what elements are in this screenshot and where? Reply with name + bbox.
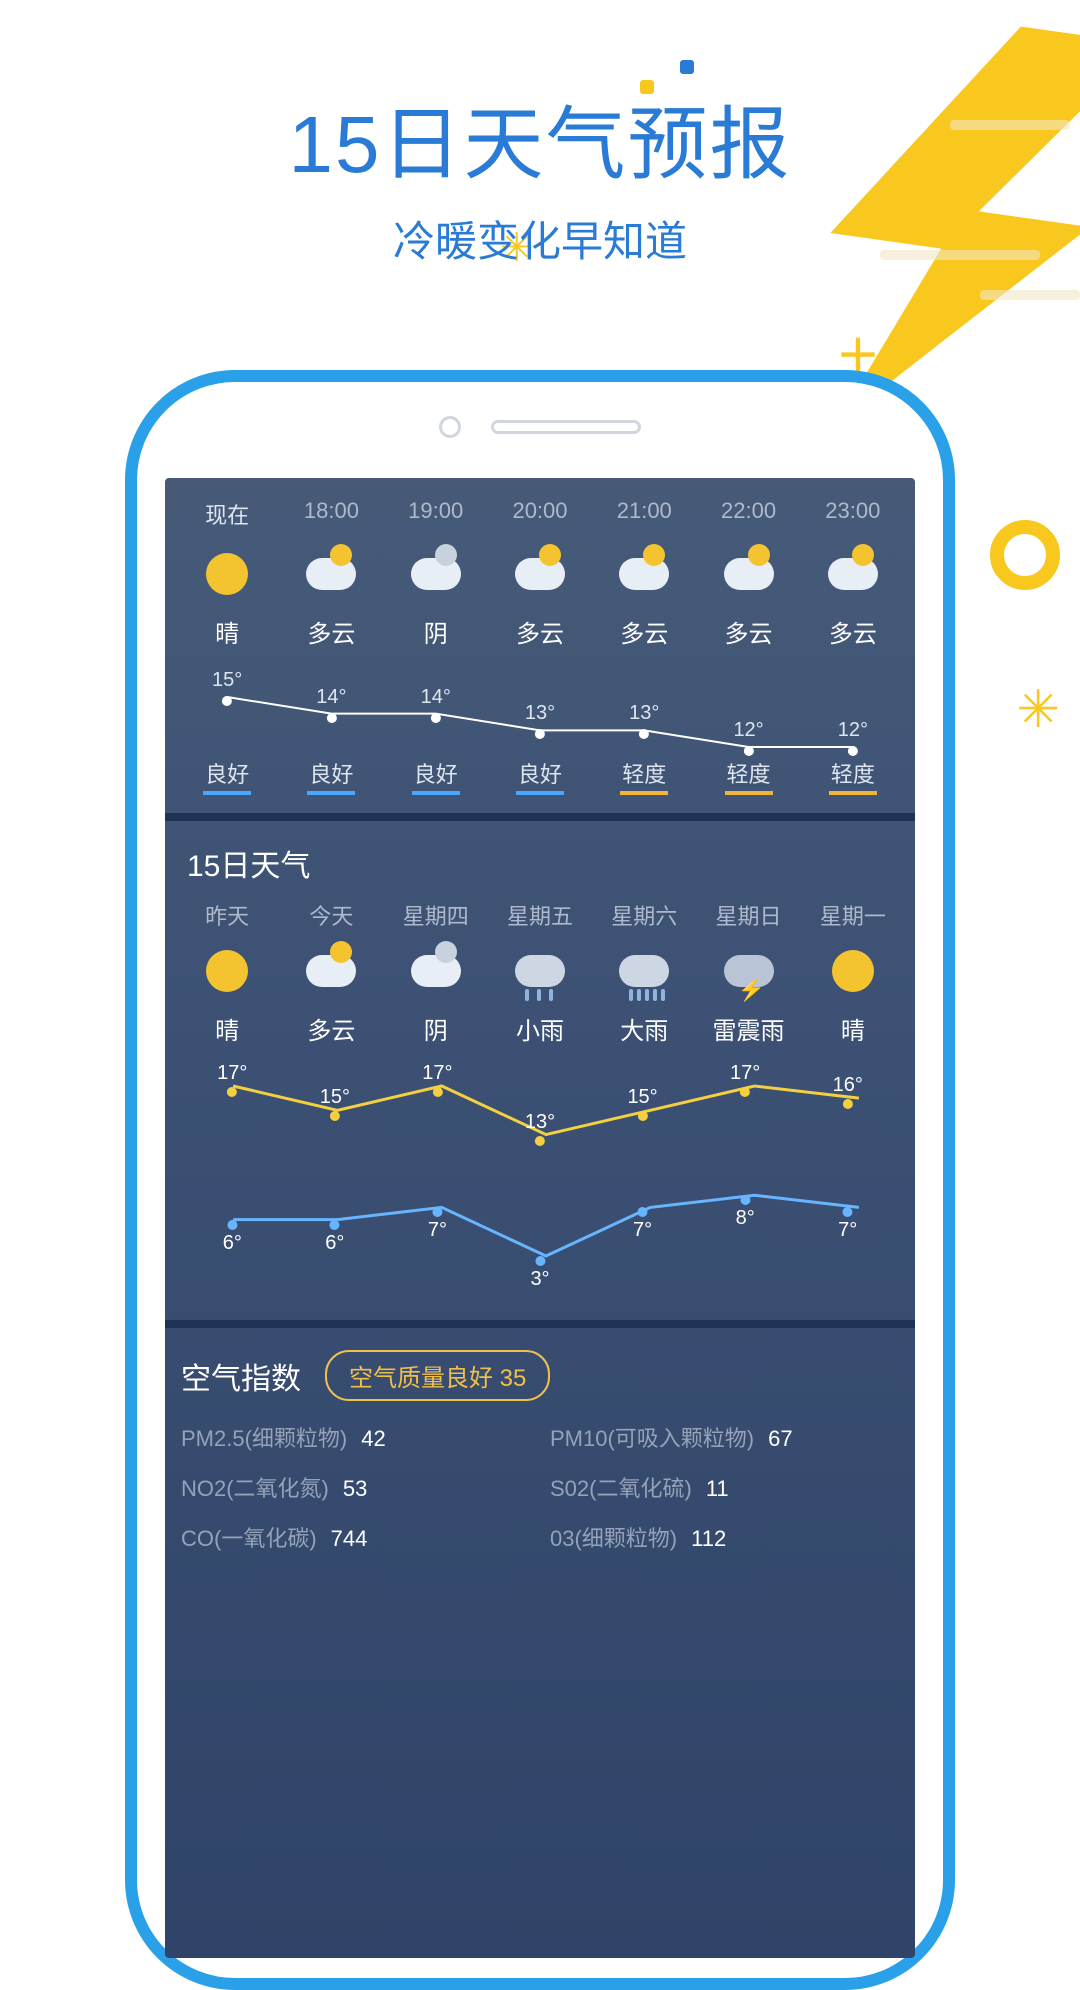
- star-icon: ✳: [1016, 680, 1060, 740]
- hourly-time: 22:00: [696, 498, 800, 524]
- daily-day-label: 星期一: [801, 899, 905, 931]
- daily-high-point: 15°: [627, 1086, 657, 1123]
- air-quality-value: 112: [691, 1526, 726, 1551]
- air-quality-panel[interactable]: 空气指数 空气质量良好 35 PM2.5(细颗粒物)42 PM10(可吸入颗粒物)…: [165, 1328, 915, 1573]
- hourly-condition: 多云: [279, 614, 383, 649]
- daily-section-title: 15日天气: [175, 841, 905, 899]
- sun-icon: [206, 553, 248, 595]
- phone-camera-icon: [439, 416, 461, 438]
- air-quality-value: 53: [343, 1476, 367, 1501]
- hourly-time: 现在: [175, 498, 279, 530]
- daily-condition: 阴: [384, 1011, 488, 1046]
- hourly-condition: 多云: [488, 614, 592, 649]
- daily-day-label: 昨天: [175, 899, 279, 931]
- phone-speaker-icon: [491, 420, 641, 434]
- hourly-time: 19:00: [384, 498, 488, 524]
- air-quality-item: 03(细颗粒物)112: [550, 1521, 899, 1553]
- daily-condition: 大雨: [592, 1011, 696, 1046]
- hourly-aqi-tag: 良好: [516, 762, 564, 795]
- daily-low-point: 7°: [633, 1205, 652, 1242]
- daily-high-point: 17°: [422, 1062, 452, 1099]
- hourly-forecast-panel[interactable]: 现在18:0019:0020:0021:0022:0023:00 晴多云阴多云多…: [165, 478, 915, 821]
- hourly-aqi-tag: 良好: [412, 762, 460, 795]
- hourly-aqi-tag: 良好: [203, 762, 251, 795]
- ring-decoration: [990, 520, 1060, 590]
- air-quality-value: 67: [768, 1426, 792, 1451]
- daily-low-point: 3°: [530, 1254, 549, 1291]
- daily-high-point: 17°: [730, 1062, 760, 1099]
- partly-cloudy-icon: [828, 558, 878, 590]
- app-screen[interactable]: 现在18:0019:0020:0021:0022:0023:00 晴多云阴多云多…: [165, 478, 915, 1958]
- hourly-condition: 多云: [592, 614, 696, 649]
- daily-low-point: 8°: [736, 1193, 755, 1230]
- hourly-time: 20:00: [488, 498, 592, 524]
- air-quality-item: NO2(二氧化氮)53: [181, 1471, 530, 1503]
- hourly-temp-point: 12°: [733, 719, 763, 756]
- partly-cloudy-icon: [515, 558, 565, 590]
- air-quality-badge: 空气质量良好 35: [325, 1350, 550, 1401]
- partly-cloudy-icon: [619, 558, 669, 590]
- hourly-time: 18:00: [279, 498, 383, 524]
- air-quality-value: 42: [361, 1426, 385, 1451]
- page-title: 15日天气预报: [0, 80, 1080, 196]
- dash-decoration: [980, 290, 1080, 300]
- partly-cloudy-icon: [306, 558, 356, 590]
- air-quality-item: PM2.5(细颗粒物)42: [181, 1421, 530, 1453]
- hourly-temp-point: 12°: [838, 719, 868, 756]
- daily-condition: 小雨: [488, 1011, 592, 1046]
- hourly-temp-point: 14°: [421, 686, 451, 723]
- hourly-condition: 多云: [696, 614, 800, 649]
- daily-day-label: 今天: [279, 899, 383, 931]
- air-quality-item: CO(一氧化碳)744: [181, 1521, 530, 1553]
- heavy-rain-icon: [619, 955, 669, 987]
- page-subtitle: 冷暖变化早知道: [0, 208, 1080, 269]
- hourly-condition: 晴: [175, 614, 279, 649]
- sun-icon: [206, 950, 248, 992]
- daily-low-point: 6°: [223, 1218, 242, 1255]
- daily-condition: 晴: [175, 1011, 279, 1046]
- partly-cloudy-icon: [724, 558, 774, 590]
- hourly-time: 23:00: [801, 498, 905, 524]
- overcast-icon: [411, 955, 461, 987]
- air-quality-value: 11: [706, 1476, 729, 1501]
- daily-condition: 晴: [801, 1011, 905, 1046]
- thunderstorm-icon: [724, 955, 774, 987]
- daily-condition: 多云: [279, 1011, 383, 1046]
- partly-cloudy-icon: [306, 955, 356, 987]
- sun-icon: [832, 950, 874, 992]
- daily-high-point: 16°: [833, 1074, 863, 1111]
- daily-low-point: 6°: [325, 1218, 344, 1255]
- air-quality-title: 空气指数: [181, 1354, 301, 1398]
- hourly-temp-point: 15°: [212, 669, 242, 706]
- daily-low-point: 7°: [838, 1205, 857, 1242]
- hourly-aqi-tag: 良好: [307, 762, 355, 795]
- hourly-temp-point: 13°: [629, 702, 659, 739]
- hourly-condition: 阴: [384, 614, 488, 649]
- air-quality-item: PM10(可吸入颗粒物)67: [550, 1421, 899, 1453]
- daily-high-point: 13°: [525, 1111, 555, 1148]
- daily-low-point: 7°: [428, 1205, 447, 1242]
- air-quality-item: S02(二氧化硫)11: [550, 1471, 899, 1503]
- daily-forecast-panel[interactable]: 15日天气 昨天今天星期四星期五星期六星期日星期一 晴多云阴小雨大雨雷震雨晴 1…: [165, 821, 915, 1328]
- daily-day-label: 星期日: [696, 899, 800, 931]
- rain-icon: [515, 955, 565, 987]
- hourly-temp-point: 14°: [316, 686, 346, 723]
- daily-day-label: 星期六: [592, 899, 696, 931]
- daily-condition: 雷震雨: [696, 1011, 800, 1046]
- hourly-aqi-tag: 轻度: [620, 762, 668, 795]
- daily-day-label: 星期四: [384, 899, 488, 931]
- daily-high-point: 17°: [217, 1062, 247, 1099]
- hourly-time: 21:00: [592, 498, 696, 524]
- daily-day-label: 星期五: [488, 899, 592, 931]
- air-quality-value: 744: [331, 1526, 368, 1551]
- hourly-aqi-tag: 轻度: [725, 762, 773, 795]
- daily-high-point: 15°: [320, 1086, 350, 1123]
- hourly-aqi-tag: 轻度: [829, 762, 877, 795]
- hourly-condition: 多云: [801, 614, 905, 649]
- overcast-icon: [411, 558, 461, 590]
- phone-frame: 现在18:0019:0020:0021:0022:0023:00 晴多云阴多云多…: [125, 370, 955, 1990]
- hourly-temp-point: 13°: [525, 702, 555, 739]
